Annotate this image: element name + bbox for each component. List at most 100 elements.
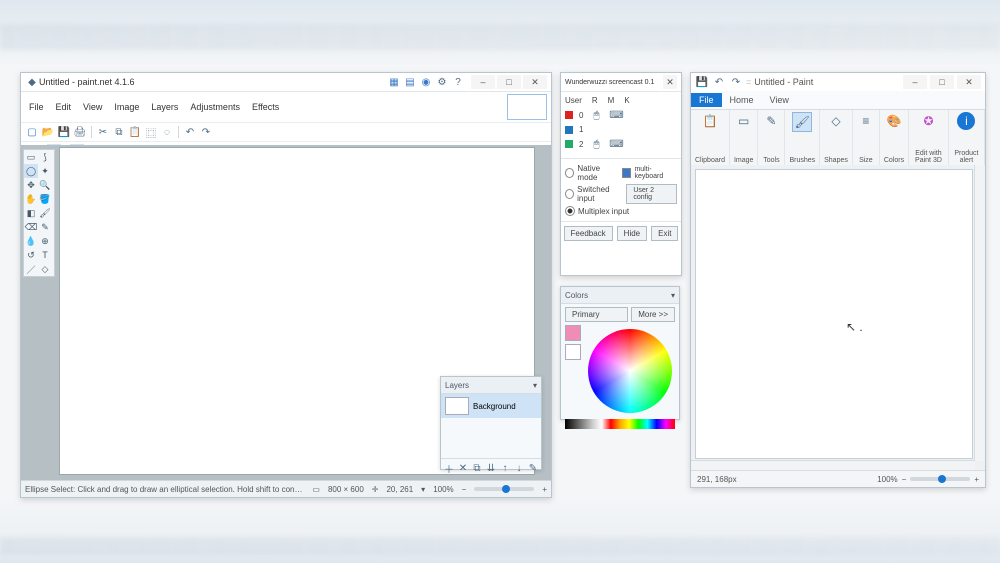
tab-file[interactable]: File <box>691 93 722 107</box>
del-layer-icon[interactable]: ✕ <box>457 461 469 475</box>
undo-icon[interactable]: ↶ <box>183 125 197 139</box>
menu-edit[interactable]: Edit <box>52 101 76 113</box>
open-icon[interactable]: 📂 <box>41 125 55 139</box>
help-icon[interactable]: ? <box>451 75 465 89</box>
save-icon[interactable]: 💾 <box>57 125 71 139</box>
user2-config-btn[interactable]: User 2 config <box>626 184 677 204</box>
exit-btn[interactable]: Exit <box>651 226 678 241</box>
zoom-slider[interactable] <box>474 487 534 491</box>
layers-title[interactable]: Layers ▾ <box>441 377 541 394</box>
menu-adjust[interactable]: Adjustments <box>186 101 244 113</box>
tool-move[interactable]: ✥ <box>24 178 38 192</box>
deselect-icon[interactable]: ◌ <box>160 125 174 139</box>
paint-min[interactable]: – <box>903 75 927 89</box>
grp-clipboard[interactable]: 📋Clipboard <box>691 110 730 166</box>
secondary-color[interactable] <box>565 344 581 360</box>
opt-switched[interactable] <box>565 189 574 199</box>
ruler-icon[interactable]: ▦ <box>387 75 401 89</box>
menu-file[interactable]: File <box>25 101 48 113</box>
down-layer-icon[interactable]: ↓ <box>513 461 525 475</box>
tool-wand[interactable]: ✦ <box>38 164 52 178</box>
user-row-2[interactable]: 2 🖱 ⌨ <box>565 137 677 151</box>
image-thumb[interactable] <box>507 94 547 120</box>
paint-canvas[interactable]: ↖ . <box>695 169 973 459</box>
opt-native[interactable] <box>565 168 574 178</box>
opt-multikbd[interactable] <box>622 168 631 178</box>
undo-icon[interactable]: ↶ <box>712 75 726 89</box>
user-row-0[interactable]: 0 🖱 ⌨ <box>565 108 677 122</box>
zoom-out[interactable]: − <box>462 485 467 494</box>
tool-fill[interactable]: 🪣 <box>38 192 52 206</box>
redo-icon[interactable]: ↷ <box>199 125 213 139</box>
close-icon[interactable]: ▾ <box>533 381 537 390</box>
tool-eraser[interactable]: ⌫ <box>24 220 38 234</box>
color-wheel[interactable] <box>588 329 672 413</box>
pixel-icon[interactable]: ◉ <box>419 75 433 89</box>
color-more-btn[interactable]: More >> <box>631 307 675 322</box>
pdn-close[interactable]: ✕ <box>523 75 547 89</box>
palette-strip[interactable] <box>565 419 675 429</box>
grp-brushes[interactable]: 🖌Brushes <box>785 110 820 166</box>
layer-row[interactable]: Background <box>441 394 541 418</box>
tab-view[interactable]: View <box>762 93 797 107</box>
tool-gradient[interactable]: ◧ <box>24 206 38 220</box>
tool-zoom[interactable]: 🔍 <box>38 178 52 192</box>
props-layer-icon[interactable]: ✎ <box>527 461 539 475</box>
opt-multiplex[interactable] <box>565 206 575 216</box>
save-icon[interactable]: 💾 <box>695 75 709 89</box>
multi-titlebar[interactable]: Wunderwuzzi screencast 0.1 ✕ <box>561 73 681 92</box>
add-layer-icon[interactable]: ＋ <box>443 461 455 475</box>
pdn-maximize[interactable]: □ <box>497 75 521 89</box>
paste-icon[interactable]: 📋 <box>128 125 142 139</box>
pdn-titlebar[interactable]: ◆ Untitled - paint.net 4.1.6 ▦ ▤ ◉ ⚙ ? –… <box>21 73 551 92</box>
crop-icon[interactable]: ⿴ <box>144 125 158 139</box>
zoom-in[interactable]: + <box>542 485 547 494</box>
tab-home[interactable]: Home <box>722 93 762 107</box>
menu-view[interactable]: View <box>79 101 106 113</box>
zoom-out[interactable]: − <box>902 475 907 484</box>
v-scrollbar[interactable] <box>974 165 985 461</box>
tool-pencil[interactable]: ✎ <box>38 220 52 234</box>
close-icon[interactable]: ▾ <box>671 291 675 300</box>
gear-icon[interactable]: ⚙ <box>435 75 449 89</box>
up-layer-icon[interactable]: ↑ <box>499 461 511 475</box>
tool-text[interactable]: T <box>38 248 52 262</box>
tool-ellipse-select[interactable]: ◯ <box>24 164 38 178</box>
tool-lasso[interactable]: ⟆ <box>38 150 52 164</box>
grp-tools[interactable]: ✎Tools <box>758 110 785 166</box>
tool-line[interactable]: ／ <box>24 262 38 276</box>
paint-close[interactable]: ✕ <box>957 75 981 89</box>
status-unit-icon[interactable]: ▾ <box>421 485 425 494</box>
tool-brush[interactable]: 🖌 <box>38 206 52 220</box>
tool-picker[interactable]: 💧 <box>24 234 38 248</box>
paint-zoom-slider[interactable] <box>910 477 970 481</box>
feedback-btn[interactable]: Feedback <box>564 226 613 241</box>
merge-layer-icon[interactable]: ⇊ <box>485 461 497 475</box>
menu-layers[interactable]: Layers <box>147 101 182 113</box>
tool-shapes[interactable]: ◇ <box>38 262 52 276</box>
redo-icon[interactable]: ↷ <box>729 75 743 89</box>
tool-recolor[interactable]: ↺ <box>24 248 38 262</box>
new-icon[interactable]: ▢ <box>25 125 39 139</box>
color-mode-select[interactable]: Primary <box>565 307 628 322</box>
layers-panel[interactable]: Layers ▾ Background ＋ ✕ ⧉ ⇊ ↑ ↓ ✎ <box>440 376 542 470</box>
print-icon[interactable]: 🖨 <box>73 125 87 139</box>
grp-size[interactable]: ≡Size <box>853 110 880 166</box>
tool-pan[interactable]: ✋ <box>24 192 38 206</box>
dup-layer-icon[interactable]: ⧉ <box>471 461 483 475</box>
grp-alert[interactable]: iProduct alert <box>949 110 985 166</box>
copy-icon[interactable]: ⧉ <box>112 125 126 139</box>
menu-effects[interactable]: Effects <box>248 101 283 113</box>
grid-icon[interactable]: ▤ <box>403 75 417 89</box>
grp-3d[interactable]: ✪Edit with Paint 3D <box>909 110 949 166</box>
grp-image[interactable]: ▭Image <box>730 110 758 166</box>
colors-panel[interactable]: Colors ▾ Primary More >> <box>560 286 680 420</box>
paint-max[interactable]: □ <box>930 75 954 89</box>
multi-close[interactable]: ✕ <box>663 75 677 89</box>
pdn-minimize[interactable]: – <box>471 75 495 89</box>
primary-color[interactable] <box>565 325 581 341</box>
grp-shapes[interactable]: ◇Shapes <box>820 110 853 166</box>
user-row-1[interactable]: 1 <box>565 125 677 134</box>
hide-btn[interactable]: Hide <box>617 226 647 241</box>
grp-colors[interactable]: 🎨Colors <box>880 110 909 166</box>
